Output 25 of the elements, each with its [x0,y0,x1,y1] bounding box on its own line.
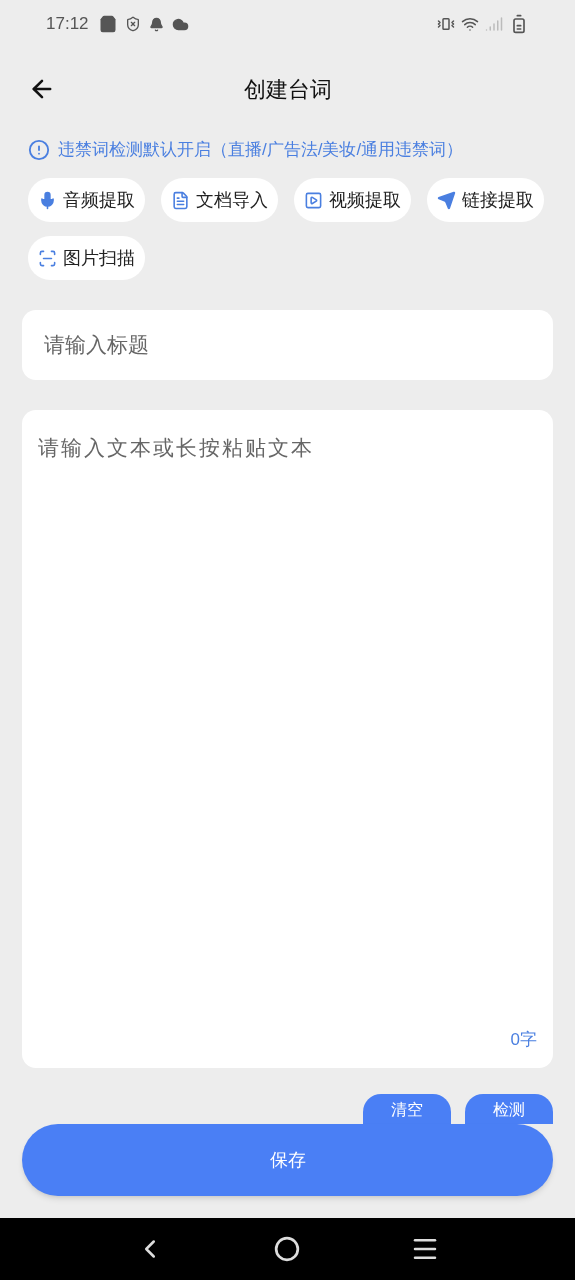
title-input[interactable]: 请输入标题 [22,310,553,380]
shield-icon [124,16,141,32]
action-button[interactable]: 清空 [363,1094,451,1124]
import-button[interactable]: 音频提取 [28,178,145,222]
import-button[interactable]: 文档导入 [161,178,278,222]
notice-text: 违禁词检测默认开启（直播/广告法/美妆/通用违禁词） [58,139,464,162]
import-button[interactable]: 视频提取 [294,178,411,222]
status-time: 17:12 [46,13,89,36]
character-count: 0字 [510,1028,537,1051]
document-icon [171,190,190,210]
import-button[interactable]: 图片扫描 [28,236,145,280]
paper-plane-icon [437,190,456,210]
page-title: 创建台词 [243,75,332,104]
mic-icon [38,190,57,210]
import-button[interactable]: 链接提取 [427,178,544,222]
bell-icon [148,16,164,32]
video-icon [304,190,323,210]
save-button[interactable]: 保存 [22,1124,553,1196]
info-icon [28,139,50,161]
home-nav-icon[interactable] [274,1236,301,1262]
scan-icon [38,248,57,268]
signal-icon [485,15,503,33]
action-button[interactable]: 检测 [465,1094,553,1124]
vibrate-icon [437,15,455,33]
wifi-icon [461,15,479,33]
